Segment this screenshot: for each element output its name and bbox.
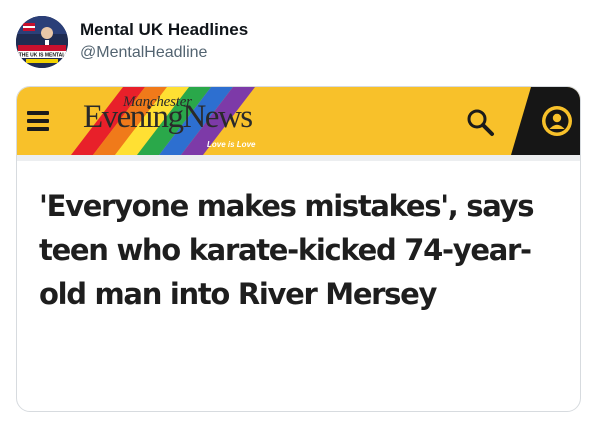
header-divider (17, 155, 580, 161)
search-icon[interactable] (465, 107, 495, 137)
logo-evening-news[interactable]: EveningNews (83, 99, 253, 136)
avatar-caption: THE UK IS MENTAL (19, 53, 66, 59)
hamburger-menu-icon[interactable] (27, 111, 49, 131)
avatar[interactable]: THE UK IS MENTAL (16, 16, 68, 68)
user-handle[interactable]: @MentalHeadline (80, 44, 207, 62)
logo-tagline: Love is Love (207, 140, 256, 149)
user-account-icon[interactable] (539, 103, 575, 139)
avatar-image: THE UK IS MENTAL (16, 16, 68, 68)
display-name[interactable]: Mental UK Headlines (80, 20, 248, 40)
article-headline[interactable]: 'Everyone makes mistakes', says teen who… (39, 184, 569, 316)
site-header: Manchester EveningNews Love is Love (17, 87, 580, 155)
article-card[interactable]: Manchester EveningNews Love is Love 'Eve… (16, 86, 581, 412)
